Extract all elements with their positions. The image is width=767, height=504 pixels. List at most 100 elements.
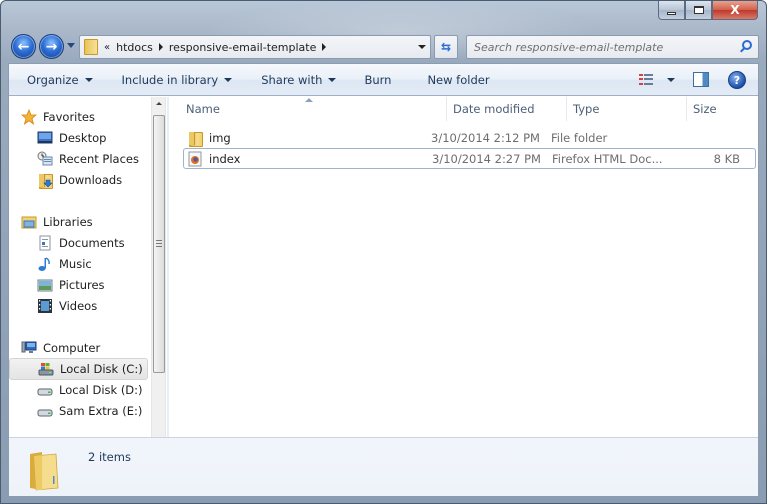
file-row[interactable]: index 3/10/2014 2:27 PM Firefox HTML Doc…: [183, 148, 756, 169]
sidebar-label: Pictures: [59, 278, 105, 292]
breadcrumb-separator-icon[interactable]: [158, 43, 163, 51]
sidebar-label: Favorites: [43, 110, 95, 124]
close-button[interactable]: X: [712, 1, 758, 20]
firefox-html-icon: [187, 151, 203, 167]
file-name: img: [209, 130, 231, 145]
column-header-label: Date modified: [453, 102, 535, 116]
music-icon: [37, 256, 53, 272]
burn-label: Burn: [364, 72, 392, 87]
grip-icon: [156, 240, 162, 247]
scroll-up-icon[interactable]: [156, 102, 162, 105]
address-overflow-button[interactable]: «: [104, 42, 110, 53]
file-type: Firefox HTML Doc...: [552, 151, 663, 166]
sidebar-label: Libraries: [43, 215, 93, 229]
share-with-button[interactable]: Share with: [252, 69, 345, 91]
sidebar-group-favorites[interactable]: Favorites: [20, 107, 95, 127]
minimize-icon: [667, 11, 676, 15]
libraries-icon: [21, 214, 37, 230]
folder-icon: [187, 130, 203, 147]
column-header-label: Type: [573, 102, 600, 116]
pane-splitter[interactable]: [167, 97, 169, 469]
sidebar-label: Downloads: [59, 173, 123, 187]
caption-buttons: X: [658, 1, 758, 20]
navigation-pane-scrollbar[interactable]: [151, 97, 166, 469]
minimize-button[interactable]: [658, 1, 685, 20]
explorer-window: X ← → « htdocs responsive-email-template…: [0, 0, 767, 504]
sidebar-item-downloads[interactable]: Downloads: [37, 170, 122, 190]
organize-label: Organize: [27, 72, 79, 87]
downloads-icon: [37, 172, 53, 189]
breadcrumb-htdocs[interactable]: htdocs: [116, 41, 153, 54]
refresh-button[interactable]: ⇆: [434, 35, 458, 59]
sidebar-label: Local Disk (D:): [59, 383, 143, 397]
drive-icon: [37, 403, 53, 419]
pictures-icon: [37, 277, 53, 293]
sidebar-item-sam-extra-e[interactable]: Sam Extra (E:): [37, 401, 142, 421]
system-drive-icon: [38, 361, 54, 377]
sidebar-label: Sam Extra (E:): [59, 404, 143, 418]
back-button[interactable]: ←: [11, 34, 36, 59]
new-folder-button[interactable]: New folder: [418, 69, 498, 91]
maximize-button[interactable]: [685, 1, 712, 20]
help-icon: ?: [733, 73, 741, 87]
chevron-down-icon: [667, 78, 675, 82]
search-box: [466, 35, 759, 59]
preview-pane-button[interactable]: [693, 72, 709, 87]
file-name-cell: index: [184, 151, 432, 167]
maximize-icon: [693, 6, 704, 14]
share-with-label: Share with: [261, 72, 323, 87]
folder-icon: [28, 450, 60, 492]
column-header-date-modified[interactable]: Date modified: [447, 97, 567, 121]
sidebar-group-libraries[interactable]: Libraries: [21, 212, 93, 232]
sidebar-label: Documents: [59, 236, 125, 250]
item-count: 2 items: [88, 450, 131, 464]
breadcrumb-separator-icon[interactable]: [322, 43, 327, 51]
column-header-type[interactable]: Type: [567, 97, 687, 121]
chevron-down-icon: [84, 77, 93, 82]
search-input[interactable]: [474, 40, 739, 54]
sidebar-item-pictures[interactable]: Pictures: [37, 275, 105, 295]
include-in-library-button[interactable]: Include in library: [113, 69, 242, 91]
burn-button[interactable]: Burn: [355, 69, 400, 91]
desktop-icon: [37, 130, 53, 146]
sidebar-item-desktop[interactable]: Desktop: [37, 128, 106, 148]
documents-icon: [37, 235, 53, 251]
new-folder-label: New folder: [427, 72, 490, 87]
drive-icon: [37, 382, 53, 398]
organize-button[interactable]: Organize: [18, 69, 102, 91]
chevron-down-icon: [224, 77, 233, 82]
recent-pages-dropdown[interactable]: [67, 43, 75, 48]
sidebar-item-local-disk-d[interactable]: Local Disk (D:): [37, 380, 143, 400]
column-header-size[interactable]: Size: [687, 97, 758, 121]
navigation-pane: Favorites Desktop Recent Places Download…: [9, 97, 150, 436]
address-bar[interactable]: « htdocs responsive-email-template: [79, 35, 431, 59]
file-name: index: [209, 151, 241, 166]
close-icon: X: [730, 3, 740, 17]
folder-icon: [84, 39, 98, 55]
sidebar-item-recent-places[interactable]: Recent Places: [37, 149, 139, 169]
change-view-button[interactable]: [635, 69, 679, 91]
sidebar-group-computer[interactable]: Computer: [21, 338, 100, 358]
file-list: Name Date modified Type Size img 3/10/20…: [170, 97, 758, 436]
sidebar-item-videos[interactable]: Videos: [37, 296, 97, 316]
forward-button[interactable]: →: [39, 34, 64, 59]
search-icon[interactable]: [742, 40, 752, 50]
file-row[interactable]: img 3/10/2014 2:12 PM File folder: [183, 127, 756, 148]
details-view-icon: [639, 74, 653, 86]
sidebar-label: Recent Places: [59, 152, 139, 166]
scrollbar-thumb[interactable]: [153, 115, 165, 373]
sidebar-item-music[interactable]: Music: [37, 254, 92, 274]
sidebar-item-documents[interactable]: Documents: [37, 233, 125, 253]
file-name-cell: img: [183, 130, 431, 147]
address-history-dropdown[interactable]: [418, 45, 426, 49]
navigation-bar: ← → « htdocs responsive-email-template ⇆: [9, 32, 760, 60]
sidebar-item-local-disk-c[interactable]: Local Disk (C:): [9, 358, 148, 380]
refresh-icon: ⇆: [440, 40, 452, 54]
column-header-name[interactable]: Name: [170, 97, 447, 121]
sidebar-label: Videos: [59, 299, 98, 313]
back-arrow-icon: ←: [17, 38, 30, 55]
help-button[interactable]: ?: [728, 71, 746, 89]
star-icon: [20, 108, 38, 125]
sidebar-label: Desktop: [59, 131, 107, 145]
breadcrumb-responsive-email-template[interactable]: responsive-email-template: [169, 41, 316, 54]
